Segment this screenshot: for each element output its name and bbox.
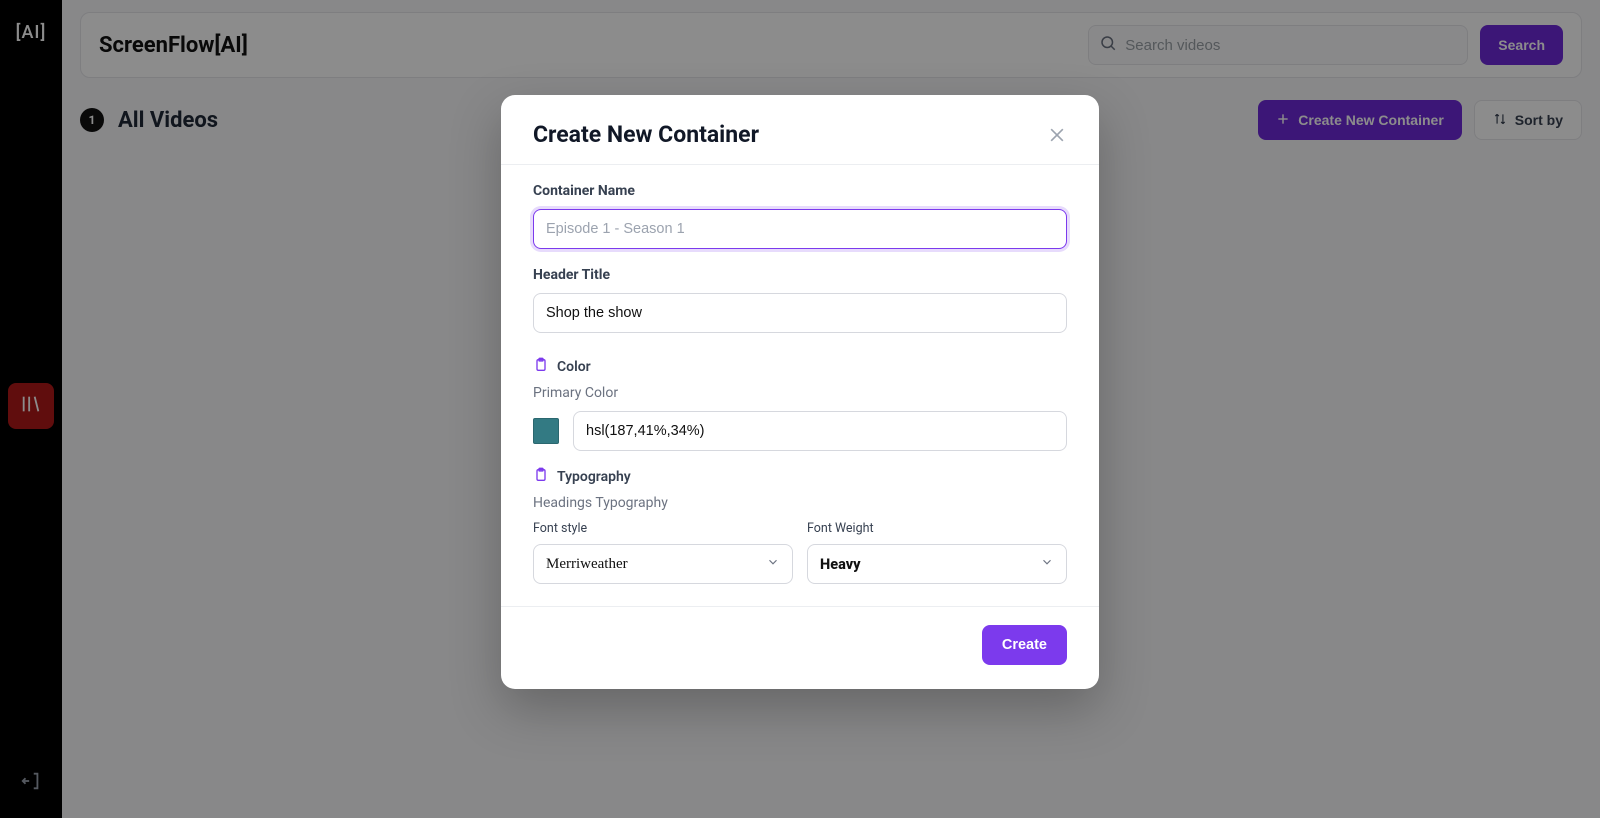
primary-color-swatch[interactable] <box>533 418 559 444</box>
chevron-down-icon <box>1040 555 1054 573</box>
modal-close-button[interactable] <box>1047 125 1067 145</box>
font-weight-label: Font Weight <box>807 521 1067 536</box>
font-weight-select[interactable]: Heavy <box>807 544 1067 584</box>
container-name-label: Container Name <box>533 183 1067 199</box>
header-title-input[interactable] <box>533 293 1067 333</box>
font-style-label: Font style <box>533 521 793 536</box>
modal-title: Create New Container <box>533 121 1047 148</box>
color-section-text: Color <box>557 359 591 375</box>
header-title-label: Header Title <box>533 267 1067 283</box>
headings-typography-label: Headings Typography <box>533 495 1067 511</box>
primary-color-label: Primary Color <box>533 385 1067 401</box>
close-icon <box>1047 130 1067 149</box>
container-name-input[interactable] <box>533 209 1067 249</box>
font-weight-value: Heavy <box>820 556 861 573</box>
typography-section-label: Typography <box>533 467 1067 487</box>
font-style-value: Merriweather <box>546 556 628 573</box>
clipboard-icon <box>533 467 549 487</box>
typography-section-text: Typography <box>557 469 631 485</box>
clipboard-icon <box>533 357 549 377</box>
modal-create-button[interactable]: Create <box>982 625 1067 665</box>
chevron-down-icon <box>766 555 780 573</box>
primary-color-input[interactable] <box>573 411 1067 451</box>
font-style-select[interactable]: Merriweather <box>533 544 793 584</box>
create-container-modal: Create New Container Container Name Head… <box>501 95 1099 689</box>
color-section-label: Color <box>533 357 1067 377</box>
